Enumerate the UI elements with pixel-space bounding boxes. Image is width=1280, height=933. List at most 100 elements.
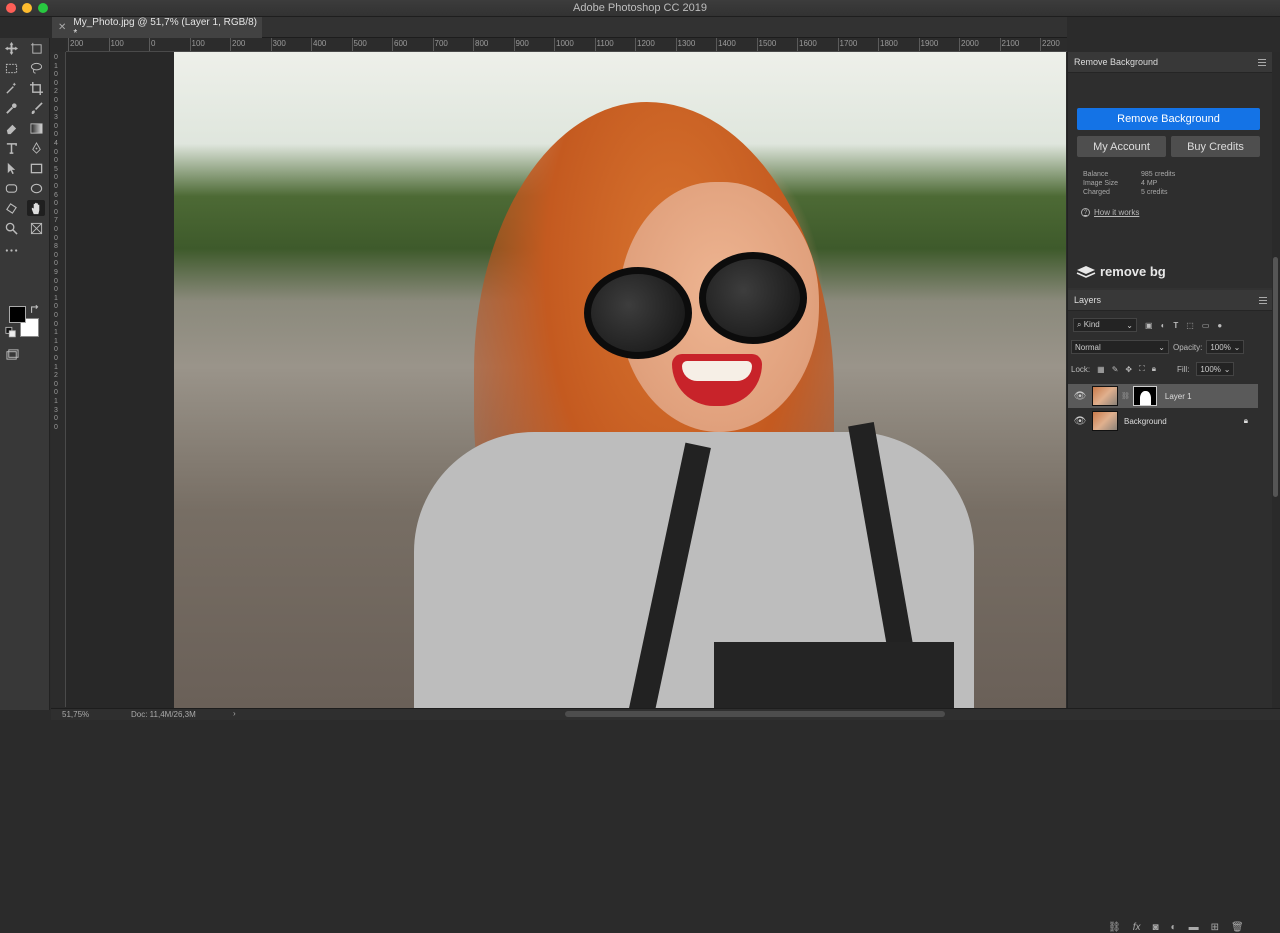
new-layer-icon[interactable]: ⊞ — [1211, 922, 1219, 933]
swap-colors-icon[interactable] — [29, 303, 41, 315]
brush-tool-icon[interactable] — [27, 100, 45, 116]
foreground-color-swatch[interactable] — [9, 306, 26, 323]
ruler-tick-label: 0 — [54, 131, 58, 139]
adjustment-filter-icon[interactable]: ◐ — [1161, 321, 1166, 330]
ruler-tick-label: 2 — [54, 88, 58, 96]
new-group-icon[interactable]: ▬ — [1189, 922, 1199, 933]
remove-background-panel-header[interactable]: Remove Background — [1068, 52, 1272, 73]
panel-scrollbar[interactable] — [1272, 52, 1280, 710]
adjustment-layer-icon[interactable]: ◐ — [1171, 922, 1177, 933]
canvas-area[interactable] — [66, 52, 1066, 708]
help-circle-icon: ? — [1081, 208, 1090, 217]
zoom-level[interactable]: 51,75% — [62, 710, 89, 719]
hand-tool-icon[interactable] — [27, 200, 45, 216]
visibility-eye-icon[interactable]: 👁︎ — [1072, 391, 1088, 402]
lasso-tool-icon[interactable] — [27, 60, 45, 76]
photo-glasses-left — [584, 267, 692, 359]
gradient-tool-icon[interactable] — [27, 120, 45, 136]
layer-row-layer-1[interactable]: 👁︎ ⛓︎ Layer 1 — [1068, 384, 1258, 408]
pixel-filter-icon[interactable]: ▣ — [1145, 321, 1153, 330]
buy-credits-button[interactable]: Buy Credits — [1171, 136, 1260, 157]
frame-tool-icon[interactable] — [27, 220, 45, 236]
eyedropper-tool-icon[interactable] — [2, 100, 20, 116]
photo-glasses-right — [699, 252, 807, 344]
layers-menu-icon[interactable] — [1259, 296, 1267, 304]
chevron-right-icon[interactable]: › — [233, 709, 236, 718]
default-colors-icon[interactable] — [5, 326, 17, 338]
magic-wand-tool-icon[interactable] — [2, 80, 20, 96]
crop-tool-icon[interactable] — [27, 80, 45, 96]
chevron-down-icon: ⌄ — [1233, 342, 1241, 352]
shape-filter-icon[interactable]: ⬚ — [1186, 321, 1194, 330]
document-tab[interactable]: ✕ My_Photo.jpg @ 51,7% (Layer 1, RGB/8) … — [52, 17, 262, 39]
doc-info[interactable]: Doc: 11,4M/26,3M — [131, 710, 196, 719]
layer-row-background[interactable]: 👁︎ Background 🔒︎ — [1068, 409, 1258, 433]
layer-1-thumbnail — [1092, 386, 1118, 406]
horizontal-scroll-thumb[interactable] — [565, 711, 945, 717]
lock-artboard-icon[interactable]: ⛶ — [1139, 364, 1145, 374]
rounded-rectangle-tool-icon[interactable] — [2, 180, 20, 196]
blend-mode-label: Normal — [1075, 342, 1101, 352]
pen-tool-icon[interactable] — [27, 140, 45, 156]
opacity-input[interactable]: 100% ⌄ — [1206, 340, 1245, 354]
ruler-tick-label: 100 — [110, 39, 124, 48]
marquee-tool-icon[interactable] — [2, 60, 20, 76]
smartobject-filter-icon[interactable]: ▭ — [1202, 321, 1210, 330]
ruler-tick — [513, 38, 515, 51]
path-selection-tool-icon[interactable] — [2, 160, 20, 176]
close-tab-icon[interactable]: ✕ — [58, 22, 66, 33]
remove-background-button[interactable]: Remove Background — [1077, 108, 1260, 130]
charged-value: 5 credits — [1141, 189, 1168, 196]
title-bar: Adobe Photoshop CC 2019 — [0, 0, 1280, 17]
panel-menu-icon[interactable] — [1258, 58, 1266, 66]
mask-link-icon[interactable]: ⛓︎ — [1121, 392, 1130, 400]
ruler-tick-label: 200 — [70, 39, 84, 48]
fx-icon[interactable]: fx — [1133, 922, 1141, 933]
photo-canvas[interactable] — [174, 52, 1066, 708]
ruler-tick-label: 8 — [54, 243, 58, 251]
ruler-tick — [270, 38, 272, 51]
link-layers-icon[interactable]: ⛓︎ — [1108, 922, 1121, 933]
more-tools-icon[interactable] — [2, 242, 20, 258]
ruler-tick — [432, 38, 434, 51]
lock-pixels-icon[interactable]: ✎ — [1112, 365, 1119, 374]
filter-toggle-icon[interactable]: ● — [1217, 321, 1222, 330]
ruler-tick — [554, 38, 555, 51]
custom-shape-tool-icon[interactable] — [2, 200, 20, 216]
blend-mode-select[interactable]: Normal ⌄ — [1071, 340, 1169, 354]
artboard-tool-icon[interactable] — [27, 40, 45, 56]
type-filter-icon[interactable]: T — [1173, 321, 1178, 330]
lock-transparent-icon[interactable]: ▦ — [1097, 365, 1105, 374]
ellipse-tool-icon[interactable] — [27, 180, 45, 196]
eraser-tool-icon[interactable] — [2, 120, 20, 136]
visibility-eye-icon[interactable]: 👁︎ — [1072, 416, 1088, 427]
screen-mode-icon[interactable] — [3, 346, 21, 362]
lock-icon[interactable]: 🔒︎ — [1244, 416, 1248, 426]
ruler-tick-label: 0 — [54, 251, 58, 259]
layer-filter-kind-label: Kind — [1083, 320, 1100, 329]
layer-filter-kind-select[interactable]: ⌕ Kind ⌄ — [1073, 318, 1137, 332]
right-panel-column: Remove Background Remove Background My A… — [1067, 52, 1273, 933]
zoom-tool-icon[interactable] — [2, 220, 20, 236]
fill-input[interactable]: 100% ⌄ — [1196, 362, 1235, 376]
charged-label: Charged — [1083, 189, 1110, 196]
ruler-tick — [716, 38, 717, 51]
lock-all-icon[interactable]: 🔒︎ — [1152, 364, 1156, 374]
ruler-tick-label: 2200 — [1042, 39, 1060, 48]
my-account-button[interactable]: My Account — [1077, 136, 1166, 157]
lock-position-icon[interactable]: ✥ — [1125, 365, 1132, 374]
trash-icon[interactable]: 🗑︎ — [1231, 922, 1244, 933]
layer-mask-thumbnail[interactable] — [1132, 386, 1157, 406]
type-tool-icon[interactable] — [2, 140, 20, 156]
ruler-tick — [351, 38, 353, 51]
ruler-tick — [311, 38, 312, 51]
panel-scroll-thumb[interactable] — [1273, 257, 1278, 497]
how-it-works-link[interactable]: ? How it works — [1081, 208, 1139, 217]
ruler-tick-label: 0 — [54, 200, 58, 208]
add-mask-icon[interactable]: ◙ — [1152, 922, 1158, 933]
layers-panel-header[interactable]: Layers — [1068, 290, 1273, 311]
image-size-row: Image Size 4 MP — [1083, 180, 1157, 187]
image-size-value: 4 MP — [1141, 180, 1158, 187]
move-tool-icon[interactable] — [2, 40, 20, 56]
rectangle-tool-icon[interactable] — [27, 160, 45, 176]
